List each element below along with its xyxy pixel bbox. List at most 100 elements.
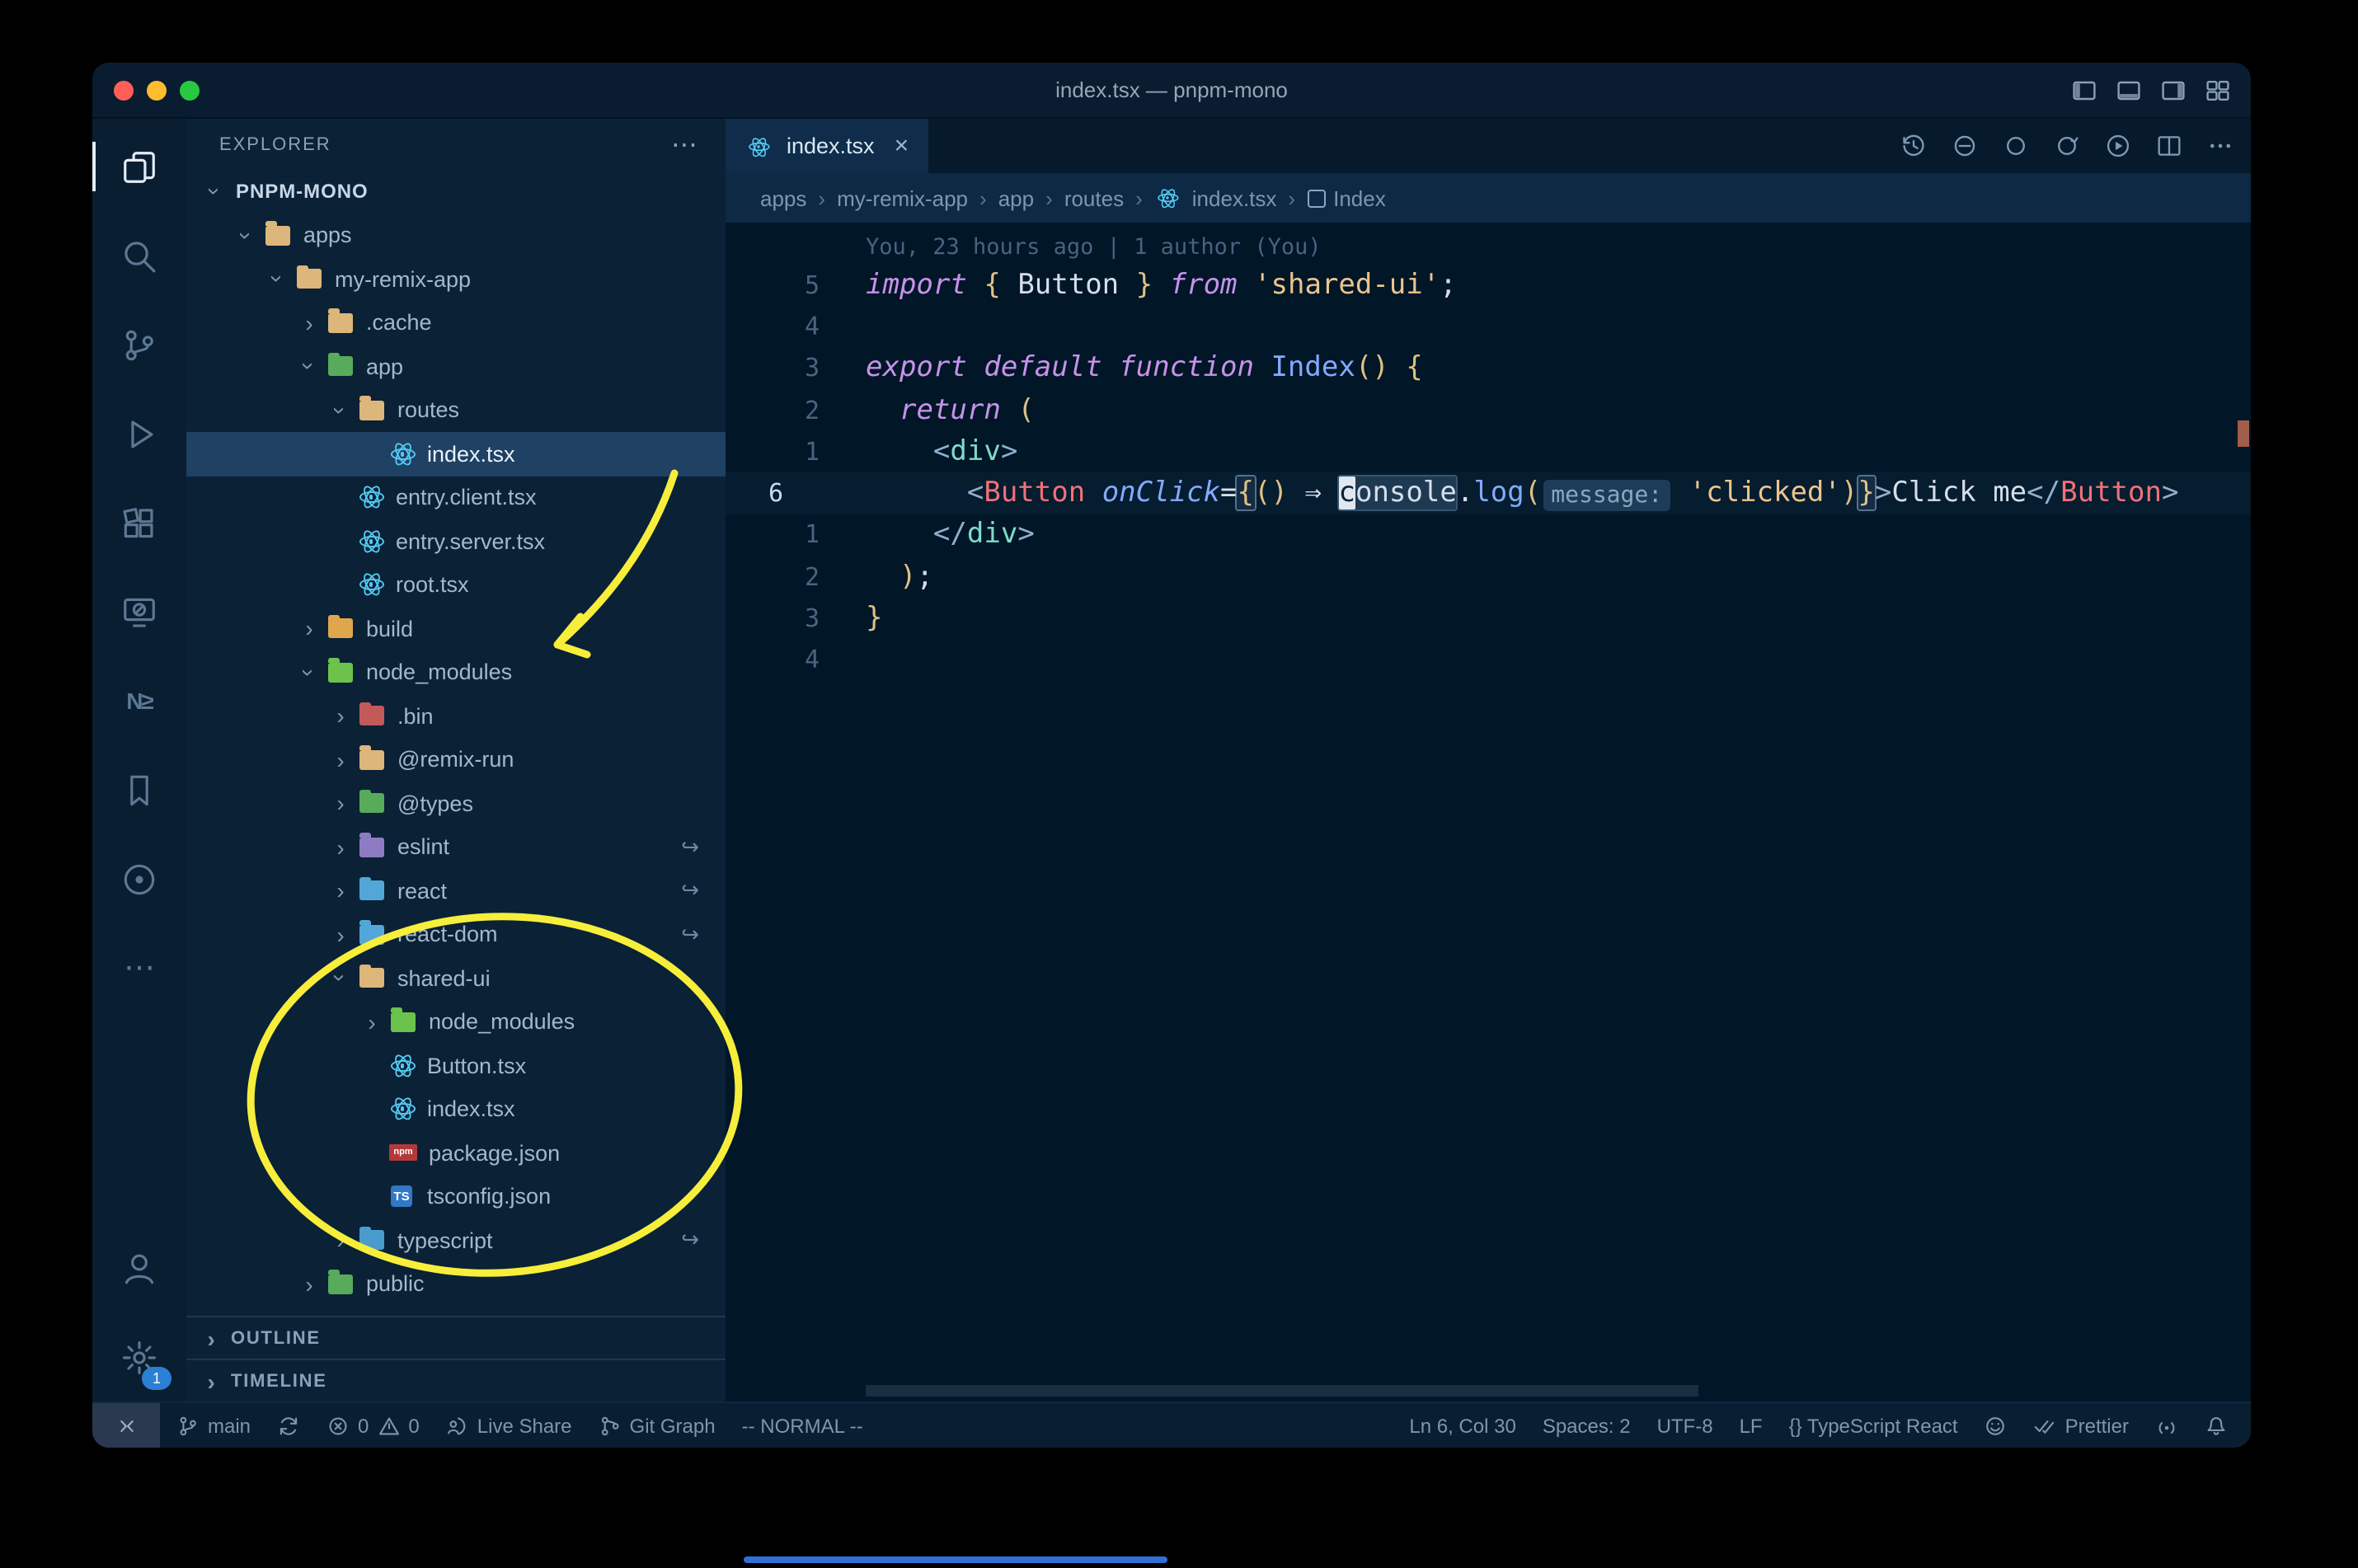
close-tab-icon[interactable]: ×: [895, 132, 909, 160]
breadcrumb-my-remix-app[interactable]: my-remix-app: [837, 185, 968, 210]
tree-item-shared-ui[interactable]: › shared-ui: [186, 956, 726, 1000]
tree-item-entry-client-tsx[interactable]: ›entry.client.tsx: [186, 476, 726, 519]
compare-icon[interactable]: [1951, 132, 1979, 160]
tree-item-package-json[interactable]: ›npmpackage.json: [186, 1131, 726, 1175]
breadcrumb-app[interactable]: app: [998, 185, 1034, 210]
tab-index-tsx[interactable]: index.tsx ×: [726, 119, 929, 173]
timeline-section[interactable]: › TIMELINE: [186, 1359, 726, 1401]
code-line[interactable]: 1 <div>: [726, 430, 2251, 472]
breadcrumb-separator-icon: ›: [979, 185, 987, 210]
tree-item-root-tsx[interactable]: ›root.tsx: [186, 563, 726, 607]
activity-nx-console[interactable]: N≥: [92, 656, 186, 745]
layout-grid-icon[interactable]: [2205, 77, 2231, 103]
breadcrumb-index-tsx[interactable]: index.tsx: [1154, 185, 1276, 211]
activity-account[interactable]: [92, 1223, 186, 1312]
minimize-button[interactable]: [147, 80, 167, 100]
activity-explorer[interactable]: [92, 122, 186, 211]
activity-extensions[interactable]: [92, 478, 186, 567]
token: log: [1473, 477, 1524, 510]
vim-mode[interactable]: -- NORMAL --: [729, 1403, 876, 1448]
tree-item-cache[interactable]: › .cache: [186, 301, 726, 345]
code-line[interactable]: 3}: [726, 598, 2251, 640]
activity-plugin-circle[interactable]: [92, 834, 186, 923]
vscode-window: index.tsx — pnpm-mono N≥ ⋯ 1 EXPLORER ⋯ › P…: [92, 63, 2251, 1448]
tree-item-react-dom[interactable]: › react-dom ↪: [186, 913, 726, 956]
breadcrumb-separator-icon: ›: [1288, 185, 1296, 210]
breadcrumb-routes[interactable]: routes: [1064, 185, 1124, 210]
horizontal-scrollbar[interactable]: [866, 1385, 1698, 1397]
tree-item-tsconfig-json[interactable]: ›TStsconfig.json: [186, 1175, 726, 1218]
code-line[interactable]: 3 export default function Index() {: [726, 347, 2251, 389]
code-line[interactable]: 4: [726, 306, 2251, 348]
code-line[interactable]: 1 </div>: [726, 514, 2251, 556]
activity-bookmarks[interactable]: [92, 745, 186, 834]
tree-item-remix-run[interactable]: › @remix-run: [186, 738, 726, 782]
indentation[interactable]: Spaces: 2: [1529, 1403, 1644, 1448]
git-graph[interactable]: Git Graph: [585, 1403, 729, 1448]
sync-changes[interactable]: [264, 1403, 313, 1448]
breadcrumb-apps[interactable]: apps: [760, 185, 806, 210]
tree-item-build[interactable]: › build: [186, 607, 726, 650]
tree-item-types[interactable]: › @types: [186, 782, 726, 825]
code-editor[interactable]: You, 23 hours ago | 1 author (You) 5 impor…: [726, 223, 2251, 1401]
close-button[interactable]: [114, 80, 134, 100]
tree-item-entry-server-tsx[interactable]: ›entry.server.tsx: [186, 519, 726, 563]
activity-run-debug[interactable]: [92, 389, 186, 478]
code-line[interactable]: 5 import { Button } from 'shared-ui';: [726, 264, 2251, 306]
tree-item-typescript[interactable]: › typescript ↪: [186, 1218, 726, 1262]
breadcrumb-index[interactable]: Index: [1307, 185, 1386, 210]
prettier[interactable]: Prettier: [2021, 1403, 2142, 1448]
token: }: [1858, 477, 1875, 510]
tree-item-bin[interactable]: › .bin: [186, 694, 726, 738]
layout-right-icon[interactable]: [2160, 77, 2187, 103]
eol-sequence-label: LF: [1739, 1414, 1763, 1437]
code-line[interactable]: 2 );: [726, 556, 2251, 598]
code-line[interactable]: 4: [726, 639, 2251, 681]
git-branch[interactable]: main: [163, 1403, 264, 1448]
tree-item-app[interactable]: › app: [186, 345, 726, 388]
code-line[interactable]: 6 <Button onClick={() ⇒ console.log(mess…: [726, 472, 2251, 514]
history-icon[interactable]: [1900, 132, 1928, 160]
tree-item-button-tsx[interactable]: ›Button.tsx: [186, 1044, 726, 1087]
tree-item-node-modules[interactable]: › node_modules: [186, 650, 726, 694]
run-icon[interactable]: [2104, 132, 2132, 160]
activity-search[interactable]: [92, 211, 186, 300]
tree-item-index-tsx[interactable]: ›index.tsx: [186, 432, 726, 476]
tree-item-react[interactable]: › react ↪: [186, 869, 726, 913]
language-mode[interactable]: {} TypeScript React: [1776, 1403, 1971, 1448]
live-share[interactable]: Live Share: [433, 1403, 585, 1448]
split-icon[interactable]: [2155, 132, 2183, 160]
activity-remote-explorer[interactable]: [92, 567, 186, 656]
cursor-position[interactable]: Ln 6, Col 30: [1396, 1403, 1529, 1448]
tree-item-routes[interactable]: › routes: [186, 388, 726, 432]
problems[interactable]: 00: [313, 1403, 433, 1448]
tree-item-index-tsx[interactable]: ›index.tsx: [186, 1087, 726, 1131]
activity-settings[interactable]: 1: [92, 1312, 186, 1401]
tree-item-eslint[interactable]: › eslint ↪: [186, 825, 726, 869]
line-number: 2: [804, 561, 820, 592]
more-dots-icon[interactable]: [2206, 132, 2234, 160]
broadcast[interactable]: [2142, 1403, 2191, 1448]
tree-item-node-modules[interactable]: › node_modules: [186, 1000, 726, 1044]
ring-arrow-icon[interactable]: [2053, 132, 2081, 160]
code-line[interactable]: 2 return (: [726, 389, 2251, 431]
activity-source-control[interactable]: [92, 300, 186, 389]
zoom-button[interactable]: [180, 80, 200, 100]
tree-item-pnpm-mono[interactable]: › PNPM-MONO: [186, 170, 726, 214]
layout-panel-icon[interactable]: [2116, 77, 2142, 103]
remote-indicator[interactable]: [92, 1403, 160, 1448]
encoding[interactable]: UTF-8: [1644, 1403, 1726, 1448]
eol-sequence[interactable]: LF: [1726, 1403, 1776, 1448]
activity-more-views[interactable]: ⋯: [92, 923, 186, 1012]
notifications[interactable]: [2191, 1403, 2241, 1448]
ring-icon[interactable]: [2002, 132, 2030, 160]
feedback-smiley[interactable]: [1971, 1403, 2021, 1448]
tree-item-public[interactable]: › public: [186, 1262, 726, 1306]
tree-item-my-remix-app[interactable]: › my-remix-app: [186, 257, 726, 301]
layout-left-icon[interactable]: [2071, 77, 2097, 103]
tree-item-apps[interactable]: › apps: [186, 214, 726, 257]
explorer-more-actions-icon[interactable]: ⋯: [671, 128, 699, 161]
breadcrumb-separator-icon: ›: [1045, 185, 1053, 210]
outline-section[interactable]: › OUTLINE: [186, 1316, 726, 1359]
